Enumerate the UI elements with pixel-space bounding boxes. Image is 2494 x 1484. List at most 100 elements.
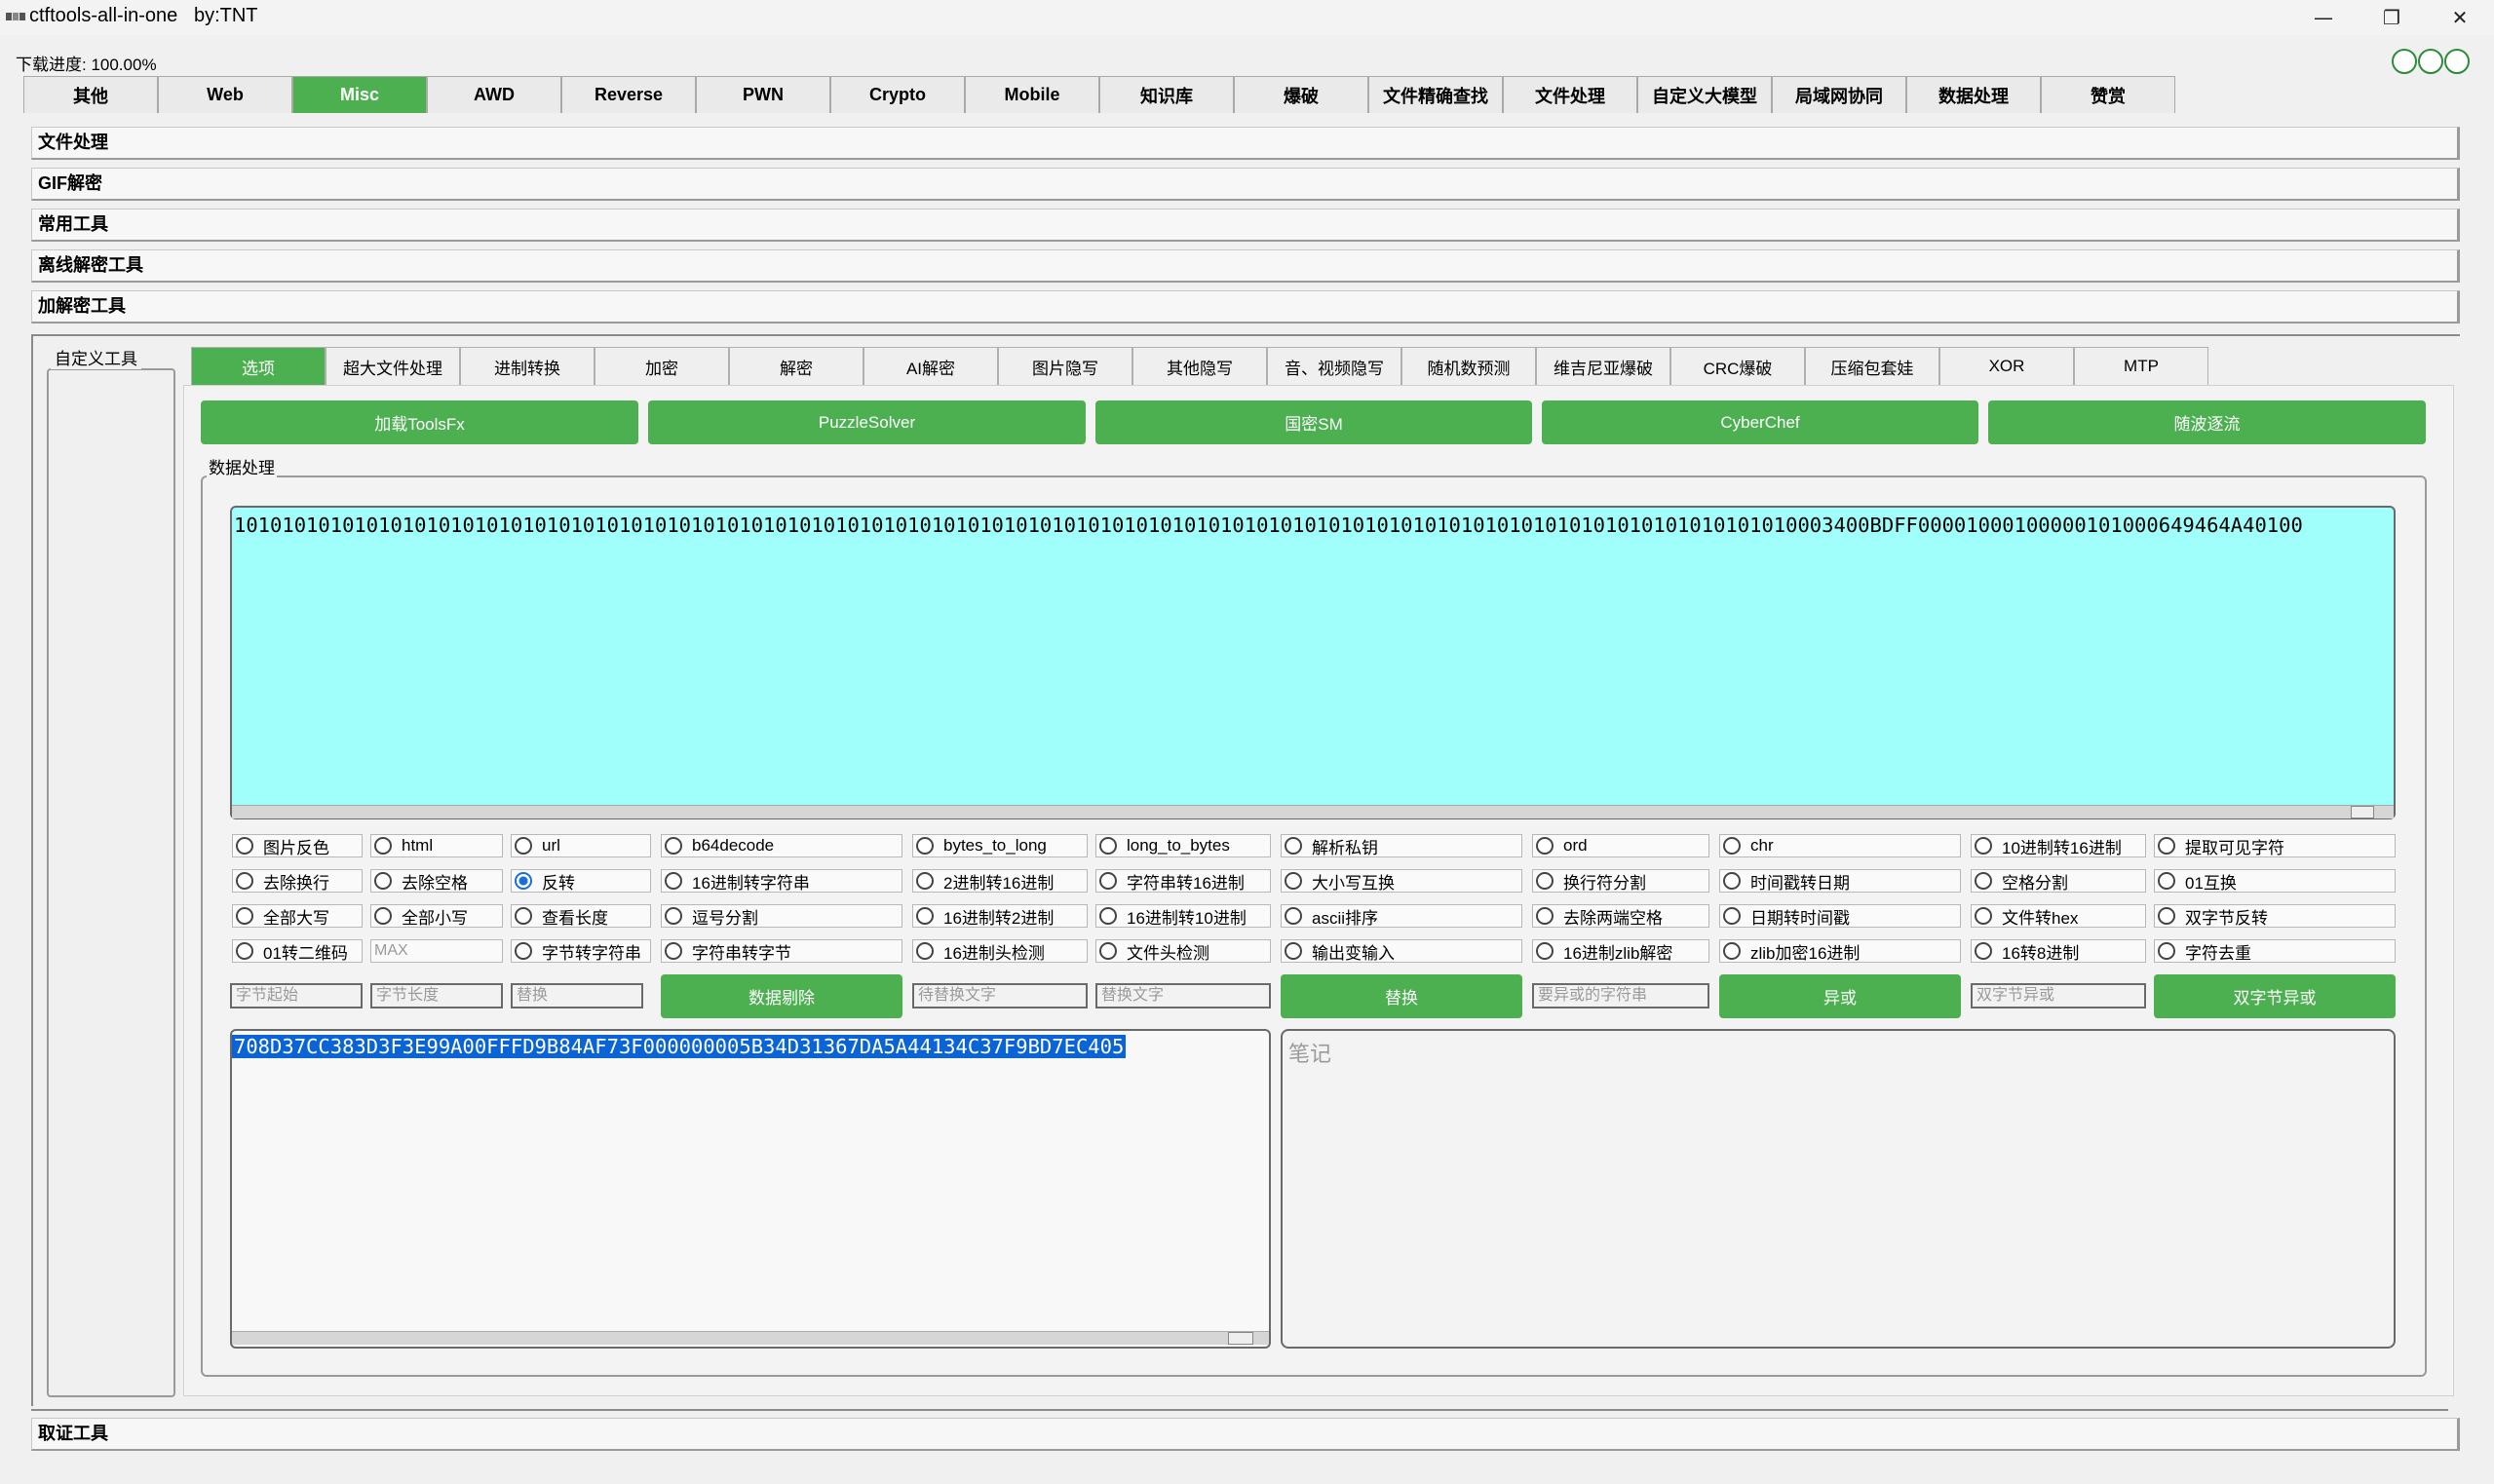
option-radio[interactable]: 逗号分割 [661,904,902,928]
top-tab[interactable]: 赞赏 [2041,76,2175,113]
option-radio[interactable]: 16进制头检测 [912,939,1088,963]
suibozhuliu-button[interactable]: 随波逐流 [1988,400,2426,444]
radio-icon[interactable] [1099,837,1117,855]
radio-icon[interactable] [374,872,392,890]
option-radio[interactable]: 10进制转16进制 [1971,834,2146,857]
radio-icon[interactable] [236,907,253,925]
inner-tab[interactable]: 解密 [729,347,863,385]
radio-icon[interactable] [1099,942,1117,960]
scroll-thumb[interactable] [2351,806,2374,818]
radio-icon[interactable] [515,907,532,925]
radio-icon[interactable] [1975,942,1992,960]
radio-icon[interactable] [1536,907,1554,925]
option-radio[interactable]: 换行符分割 [1532,869,1709,893]
option-radio[interactable]: ascii排序 [1281,904,1522,928]
option-radio[interactable]: 字符串转16进制 [1095,869,1271,893]
option-radio[interactable]: 大小写互换 [1281,869,1522,893]
inner-tab[interactable]: CRC爆破 [1670,347,1805,385]
inner-tab[interactable]: 选项 [191,347,326,385]
radio-icon[interactable] [1536,942,1554,960]
radio-icon[interactable] [665,872,682,890]
section-gif-decrypt[interactable]: GIF解密 [31,168,2460,201]
option-radio[interactable]: 16转8进制 [1971,939,2146,963]
radio-icon[interactable] [236,942,253,960]
option-radio[interactable]: 16进制zlib解密 [1532,939,1709,963]
puzzlesolver-button[interactable]: PuzzleSolver [648,400,1086,444]
top-tab[interactable]: 文件处理 [1503,76,1637,113]
option-radio[interactable]: 空格分割 [1971,869,2146,893]
radio-icon[interactable] [1723,837,1741,855]
radio-icon[interactable] [1536,872,1554,890]
option-radio[interactable]: 去除两端空格 [1532,904,1709,928]
double-byte-xor-input[interactable] [1971,983,2146,1008]
radio-icon[interactable] [1723,942,1741,960]
notes-area[interactable] [1281,1029,2396,1349]
radio-icon[interactable] [665,837,682,855]
radio-icon[interactable] [1285,837,1302,855]
radio-icon[interactable] [1723,872,1741,890]
option-radio[interactable]: html [370,834,503,857]
section-forensics-tools[interactable]: 取证工具 [31,1418,2460,1451]
top-tab[interactable]: 自定义大模型 [1637,76,1772,113]
option-radio[interactable]: 全部大写 [232,904,363,928]
radio-icon[interactable] [1099,907,1117,925]
radio-icon[interactable] [916,872,934,890]
section-common-tools[interactable]: 常用工具 [31,209,2460,242]
close-button[interactable]: ✕ [2426,0,2494,35]
option-radio[interactable]: b64decode [661,834,902,857]
radio-icon[interactable] [2158,837,2175,855]
option-radio[interactable]: 日期转时间戳 [1719,904,1961,928]
option-radio[interactable]: ord [1532,834,1709,857]
inner-tab[interactable]: 维吉尼亚爆破 [1536,347,1670,385]
minimize-button[interactable]: — [2289,0,2358,35]
byte-start-input[interactable] [230,983,363,1008]
top-tab[interactable]: AWD [427,76,561,113]
option-radio[interactable]: 01互换 [2154,869,2396,893]
restore-button[interactable]: ❐ [2358,0,2426,35]
option-radio[interactable]: 字符去重 [2154,939,2396,963]
inner-tab[interactable]: AI解密 [863,347,998,385]
option-radio[interactable]: 解析私钥 [1281,834,1522,857]
option-radio[interactable]: 01转二维码 [232,939,363,963]
option-radio[interactable]: 输出变输入 [1281,939,1522,963]
byte-length-input[interactable] [370,983,503,1008]
top-tab[interactable]: PWN [696,76,830,113]
radio-icon[interactable] [1285,907,1302,925]
top-tab[interactable]: Reverse [561,76,696,113]
inner-tab[interactable]: 压缩包套娃 [1805,347,1939,385]
radio-icon[interactable] [236,837,253,855]
option-radio[interactable]: 16进制转10进制 [1095,904,1271,928]
radio-icon[interactable] [515,837,532,855]
inner-tab[interactable]: 进制转换 [460,347,595,385]
option-radio[interactable]: 16进制转2进制 [912,904,1088,928]
option-radio[interactable]: 时间戳转日期 [1719,869,1961,893]
top-tab[interactable]: 爆破 [1234,76,1368,113]
xor-string-input[interactable] [1532,983,1709,1008]
section-offline-decrypt[interactable]: 离线解密工具 [31,249,2460,283]
output-textarea[interactable]: 708D37CC383D3F3E99A00FFFD9B84AF73F000000… [230,1029,1271,1349]
radio-icon[interactable] [916,942,934,960]
option-radio[interactable]: 去除换行 [232,869,363,893]
replace-button[interactable]: 替换 [1281,974,1522,1018]
option-radio[interactable]: 去除空格 [370,869,503,893]
radio-icon[interactable] [2158,872,2175,890]
section-file-processing[interactable]: 文件处理 [31,127,2460,160]
option-radio[interactable]: 图片反色 [232,834,363,857]
option-radio[interactable]: 16进制转字符串 [661,869,902,893]
option-radio[interactable]: url [511,834,651,857]
radio-icon[interactable] [1975,837,1992,855]
scroll-thumb[interactable] [1228,1332,1253,1345]
option-radio[interactable]: 字节转字符串 [511,939,651,963]
inner-tab[interactable]: MTP [2074,347,2208,385]
radio-icon[interactable] [236,872,253,890]
radio-icon[interactable] [1975,907,1992,925]
option-radio[interactable]: bytes_to_long [912,834,1088,857]
top-tab[interactable]: Misc [292,76,427,113]
option-radio[interactable]: long_to_bytes [1095,834,1271,857]
cyberchef-button[interactable]: CyberChef [1542,400,1978,444]
inner-tab[interactable]: 加密 [595,347,729,385]
option-radio[interactable]: 提取可见字符 [2154,834,2396,857]
radio-icon[interactable] [2158,907,2175,925]
option-radio[interactable]: 查看长度 [511,904,651,928]
inner-tab[interactable]: 其他隐写 [1132,347,1267,385]
